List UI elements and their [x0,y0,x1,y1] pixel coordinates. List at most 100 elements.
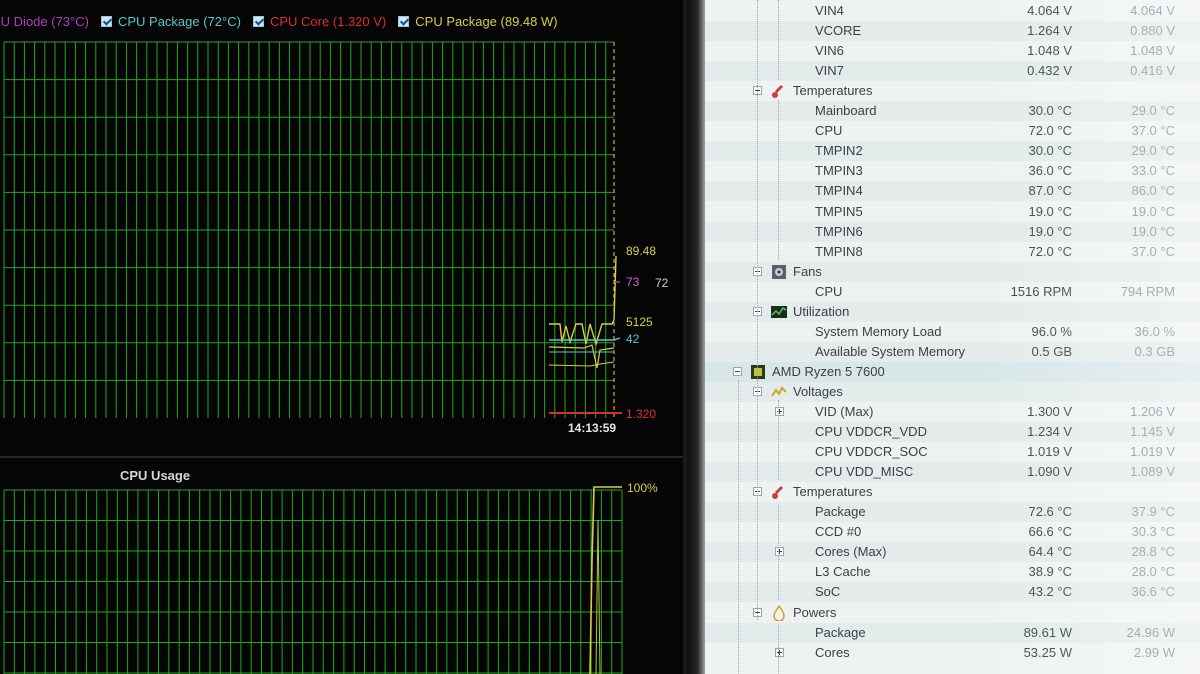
tree-sensor-row[interactable]: TMPIN6 19.0 °C 19.0 °C [705,222,1200,242]
sensor-min: 1.206 V [1130,404,1175,419]
sensor-value: 72.6 °C [1028,504,1072,519]
sensor-value: 1.300 V [1027,404,1072,419]
tree-label: Utilization [793,304,850,319]
tree-group[interactable]: Temperatures [705,81,1200,101]
tree-device[interactable]: AMD Ryzen 5 7600 [705,362,1200,382]
sensor-value: 89.61 W [1023,625,1072,640]
tree-sensor-row[interactable]: System Memory Load 96.0 % 36.0 % [705,322,1200,342]
cpu-usage-max-label: 100% [627,481,658,495]
tree-sensor-row[interactable]: VIN6 1.048 V 1.048 V [705,41,1200,61]
tree-guide-line [778,100,779,260]
sensor-value: 19.0 °C [1028,204,1072,219]
expand-toggle[interactable] [775,648,784,657]
sensor-min: 33.0 °C [1131,163,1175,178]
tree-sensor-row[interactable]: CPU 1516 RPM 794 RPM [705,282,1200,302]
sensor-min: 29.0 °C [1131,103,1175,118]
tree-sensor-row[interactable]: VIN4 4.064 V 4.064 V [705,1,1200,21]
tree-label: AMD Ryzen 5 7600 [772,364,885,379]
tree-sensor-row[interactable]: Cores (Max) 64.4 °C 28.8 °C [705,542,1200,562]
tree-label: L3 Cache [815,564,871,579]
tree-sensor-row[interactable]: TMPIN4 87.0 °C 86.0 °C [705,181,1200,201]
sensor-value: 0.432 V [1027,63,1072,78]
sensor-value: 66.6 °C [1028,524,1072,539]
sensor-min: 794 RPM [1120,284,1175,299]
tree-sensor-row[interactable]: CPU VDDCR_SOC 1.019 V 1.019 V [705,442,1200,462]
tree-label: TMPIN2 [815,143,863,158]
tree-sensor-row[interactable]: L3 Cache 38.9 °C 28.0 °C [705,562,1200,582]
tree-label: CPU VDDCR_VDD [815,424,927,439]
tree-label: VIN6 [815,43,844,58]
tree-guide-line [738,380,739,674]
cpu-usage-trace-2 [595,519,601,674]
clock-trace [548,344,615,369]
sensor-value: 64.4 °C [1028,544,1072,559]
tree-label: VID (Max) [815,404,874,419]
tree-label: Package [815,625,866,640]
tree-group[interactable]: Powers [705,603,1200,623]
sensor-value: 1.048 V [1027,43,1072,58]
tree-guide-line [778,625,779,674]
tree-guide-line [778,505,779,600]
tree-label: CPU [815,123,843,138]
sensor-min: 24.96 W [1126,625,1175,640]
window-border [687,0,705,674]
tree-group[interactable]: Utilization [705,302,1200,322]
tree-sensor-row[interactable]: CCD #0 66.6 °C 30.3 °C [705,522,1200,542]
sensor-value: 1.264 V [1027,23,1072,38]
collapse-toggle[interactable] [733,367,742,376]
sensor-min: 19.0 °C [1131,224,1175,239]
tree-label: Available System Memory [815,344,966,359]
tree-guide-line [778,400,779,480]
tree-group[interactable]: Fans [705,262,1200,282]
sensor-min: 1.019 V [1130,444,1175,459]
sensor-min: 0.416 V [1130,63,1175,78]
tree-sensor-row[interactable]: Mainboard 30.0 °C 29.0 °C [705,101,1200,121]
tree-group[interactable]: Temperatures [705,482,1200,502]
tree-label: TMPIN3 [815,163,863,178]
tree-group[interactable]: Voltages [705,382,1200,402]
tree-sensor-row[interactable]: SoC 43.2 °C 36.6 °C [705,582,1200,602]
tree-sensor-row[interactable]: TMPIN2 30.0 °C 29.0 °C [705,141,1200,161]
graph-panel: PU Diode (73°C) CPU Package (72°C) CPU C… [0,0,684,674]
tree-sensor-row[interactable]: CPU VDD_MISC 1.090 V 1.089 V [705,462,1200,482]
expand-toggle[interactable] [775,547,784,556]
tree-label: CCD #0 [815,524,862,539]
sensor-min: 86.0 °C [1131,183,1175,198]
sensor-value: 96.0 % [1031,324,1072,339]
tree-label: VIN4 [815,3,844,18]
tree-sensor-row[interactable]: TMPIN8 72.0 °C 37.0 °C [705,242,1200,262]
tree-sensor-row[interactable]: VCORE 1.264 V 0.880 V [705,21,1200,41]
sensor-value: 1516 RPM [1010,284,1072,299]
sensor-value: 1.234 V [1027,424,1072,439]
tree-label: Powers [793,605,837,620]
tree-label: TMPIN6 [815,224,863,239]
tree-sensor-row[interactable]: CPU VDDCR_VDD 1.234 V 1.145 V [705,422,1200,442]
expand-toggle[interactable] [775,407,784,416]
sensor-min: 30.3 °C [1131,524,1175,539]
package-temp-readout: 72 [655,276,669,290]
tree-sensor-row[interactable]: VIN7 0.432 V 0.416 V [705,61,1200,81]
tree-sensor-row[interactable]: Package 72.6 °C 37.9 °C [705,502,1200,522]
cpu-usage-trace [589,486,622,674]
tree-label: System Memory Load [815,324,942,339]
tree-label: TMPIN5 [815,204,863,219]
tree-sensor-row[interactable]: VID (Max) 1.300 V 1.206 V [705,402,1200,422]
tree-sensor-row[interactable]: Package 89.61 W 24.96 W [705,623,1200,643]
tree-sensor-row[interactable]: Available System Memory 0.5 GB 0.3 GB [705,342,1200,362]
tree-label: VCORE [815,23,862,38]
tree-sensor-row[interactable]: TMPIN3 36.0 °C 33.0 °C [705,161,1200,181]
sensor-min: 36.6 °C [1131,584,1175,599]
tree-sensor-row[interactable]: CPU 72.0 °C 37.0 °C [705,121,1200,141]
tree-sensor-row[interactable]: TMPIN5 19.0 °C 19.0 °C [705,202,1200,222]
sensor-min: 28.0 °C [1131,564,1175,579]
tree-label: Mainboard [815,103,877,118]
tree-sensor-row[interactable]: Cores 53.25 W 2.99 W [705,643,1200,663]
sensor-min: 37.0 °C [1131,123,1175,138]
tree-label: Fans [793,264,822,279]
sensor-min: 1.048 V [1130,43,1175,58]
tree-label: CPU [815,284,843,299]
sensor-tree: VIN4 4.064 V 4.064 V VCORE 1.264 V 0.880 V VIN… [705,0,1200,674]
sensor-value: 1.090 V [1027,464,1072,479]
sensor-min: 36.0 % [1134,324,1175,339]
tree-guide-line [778,0,779,80]
